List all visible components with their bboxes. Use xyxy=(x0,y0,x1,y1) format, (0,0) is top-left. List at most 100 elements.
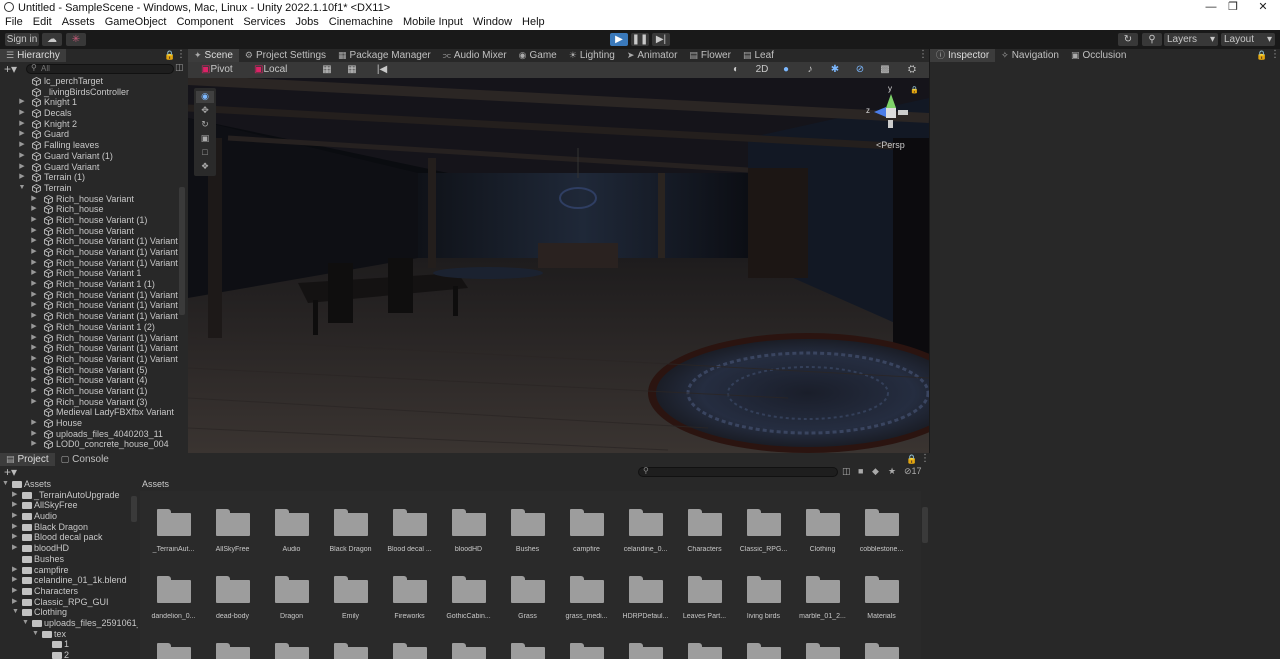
asset-grid-scrollbar[interactable] xyxy=(922,507,928,543)
expand-arrow-icon[interactable]: ▶ xyxy=(30,215,38,226)
lighting-toggle-icon[interactable]: ● xyxy=(776,63,796,76)
asset-folder[interactable]: HDRPDefaul... xyxy=(616,576,675,620)
close-icon[interactable]: ✕ xyxy=(1240,0,1280,15)
tab-flower[interactable]: ▤ Flower xyxy=(683,49,737,62)
rotate-tool-icon[interactable]: ↻ xyxy=(196,119,214,131)
hierarchy-item[interactable]: ▶ Rich_house Variant xyxy=(0,194,178,205)
tab-game[interactable]: ◉ Game xyxy=(513,49,563,62)
tab-inspector[interactable]: ⓘ Inspector xyxy=(930,49,996,62)
asset-folder[interactable] xyxy=(734,643,793,659)
expand-arrow-icon[interactable]: ▶ xyxy=(12,490,17,501)
asset-folder[interactable]: living birds xyxy=(734,576,793,620)
asset-folder[interactable]: marble_01_2... xyxy=(793,576,852,620)
asset-folder[interactable] xyxy=(380,643,439,659)
menu-item-component[interactable]: Component xyxy=(171,15,238,30)
hierarchy-search-input[interactable]: ⚲ All xyxy=(26,63,174,74)
expand-arrow-icon[interactable]: ▶ xyxy=(12,597,17,608)
collab-icon[interactable]: ✳ xyxy=(66,33,86,46)
menu-item-cinemachine[interactable]: Cinemachine xyxy=(324,15,398,30)
asset-folder[interactable]: celandine_0... xyxy=(616,509,675,553)
hierarchy-item[interactable]: Medieval LadyFBXfbx Variant xyxy=(0,407,178,418)
layers-dropdown[interactable]: Layers ▾ xyxy=(1164,33,1218,46)
asset-folder[interactable] xyxy=(616,643,675,659)
folder-tree-item[interactable]: 2 xyxy=(0,650,138,659)
expand-arrow-icon[interactable]: ▶ xyxy=(30,258,38,269)
hierarchy-item[interactable]: ▶ Rich_house Variant (1) Variant ( xyxy=(0,290,178,301)
toggle-2d-button[interactable]: 2D xyxy=(752,63,772,76)
gizmos-icon[interactable]: ⛭ xyxy=(900,63,924,76)
rect-tool-icon[interactable]: □ xyxy=(196,147,214,159)
expand-arrow-icon[interactable]: ▶ xyxy=(30,333,38,344)
asset-folder[interactable] xyxy=(439,643,498,659)
collapse-arrow-icon[interactable]: ▼ xyxy=(12,607,19,618)
folder-tree-item[interactable]: 1 xyxy=(0,639,138,650)
expand-arrow-icon[interactable]: ▶ xyxy=(30,354,38,365)
menu-item-edit[interactable]: Edit xyxy=(28,15,57,30)
folder-tree-item[interactable]: ▼ uploads_files_2591061_ xyxy=(0,618,138,629)
hierarchy-item[interactable]: ▶ Rich_house Variant xyxy=(0,226,178,237)
tab-leaf[interactable]: ▤ Leaf xyxy=(737,49,780,62)
asset-folder[interactable] xyxy=(321,643,380,659)
hierarchy-item[interactable]: ▶ Rich_house Variant (1) Variant ( xyxy=(0,354,178,365)
hierarchy-item[interactable]: ▶ Rich_house Variant (1) xyxy=(0,386,178,397)
add-icon[interactable]: +▾ xyxy=(4,62,17,76)
more-options-icon[interactable]: ⋮ xyxy=(918,49,928,60)
history-icon[interactable]: ↻ xyxy=(1118,33,1138,46)
hidden-packages-icon[interactable]: ⊘17 xyxy=(904,466,922,477)
hierarchy-item[interactable]: ▶ Rich_house Variant 1 (1) xyxy=(0,279,178,290)
folder-tree-item[interactable]: ▶ Characters xyxy=(0,586,138,597)
expand-arrow-icon[interactable]: ▶ xyxy=(30,268,38,279)
expand-arrow-icon[interactable]: ▶ xyxy=(30,247,38,258)
folder-tree-item[interactable]: Bushes xyxy=(0,554,138,565)
asset-folder[interactable]: Fireworks xyxy=(380,576,439,620)
asset-folder[interactable] xyxy=(675,643,734,659)
expand-arrow-icon[interactable]: ▶ xyxy=(30,397,38,408)
hierarchy-item[interactable]: ▶ Rich_house Variant 1 xyxy=(0,268,178,279)
expand-arrow-icon[interactable]: ▶ xyxy=(12,500,17,511)
grid-visibility-icon[interactable]: ▦ xyxy=(342,63,362,76)
expand-arrow-icon[interactable]: ▶ xyxy=(18,151,26,162)
tab-occlusion[interactable]: ▣ Occlusion xyxy=(1065,49,1132,62)
lock-icon[interactable]: 🔒 xyxy=(906,454,917,465)
move-tool-icon[interactable]: ✥ xyxy=(196,105,214,117)
layout-dropdown[interactable]: Layout ▾ xyxy=(1221,33,1275,46)
folder-tree-item[interactable]: ▶ AllSkyFree xyxy=(0,500,138,511)
expand-arrow-icon[interactable]: ▶ xyxy=(18,140,26,151)
hierarchy-item[interactable]: ▶ Rich_house Variant (1) Variant ( xyxy=(0,333,178,344)
search-icon[interactable]: ⚲ xyxy=(1142,33,1162,46)
tab-navigation[interactable]: ✧ Navigation xyxy=(995,49,1065,62)
hierarchy-item[interactable]: ▶ Rich_house Variant (1) Variant xyxy=(0,236,178,247)
menu-item-file[interactable]: File xyxy=(0,15,28,30)
hierarchy-item[interactable]: _livingBirdsController xyxy=(0,87,178,98)
hierarchy-item[interactable]: ▶ Rich_house Variant (1) Variant ( xyxy=(0,258,178,269)
hierarchy-item[interactable]: ▶ Guard Variant (1) xyxy=(0,151,178,162)
audio-toggle-icon[interactable]: ♪ xyxy=(800,63,820,76)
lock-icon[interactable]: 🔒 xyxy=(164,50,175,61)
asset-folder[interactable]: campfire xyxy=(557,509,616,553)
folder-tree-item[interactable]: ▶ Blood decal pack xyxy=(0,532,138,543)
more-options-icon[interactable]: ⋮ xyxy=(920,453,930,464)
search-by-type-icon[interactable]: ◫ xyxy=(842,466,851,477)
menu-item-assets[interactable]: Assets xyxy=(57,15,100,30)
folder-tree-item[interactable]: ▶ Audio xyxy=(0,511,138,522)
asset-folder[interactable]: dead-body xyxy=(203,576,262,620)
expand-arrow-icon[interactable]: ▶ xyxy=(18,108,26,119)
hierarchy-item[interactable]: ▶ Rich_house Variant 1 (2) xyxy=(0,322,178,333)
expand-arrow-icon[interactable]: ▶ xyxy=(30,194,38,205)
hierarchy-item[interactable]: ▶ Rich_house Variant (1) Variant ( xyxy=(0,300,178,311)
expand-arrow-icon[interactable]: ▶ xyxy=(30,322,38,333)
hierarchy-item[interactable]: ▶ Rich_house Variant (3) xyxy=(0,397,178,408)
expand-arrow-icon[interactable]: ▶ xyxy=(12,511,17,522)
expand-arrow-icon[interactable]: ▶ xyxy=(12,543,17,554)
asset-folder[interactable]: Classic_RPG... xyxy=(734,509,793,553)
orientation-gizmo[interactable]: y z 🔒 <Persp xyxy=(860,84,920,152)
grid-snap-icon[interactable]: ▦ xyxy=(316,63,338,76)
hierarchy-item[interactable]: ▶ Knight 2 xyxy=(0,119,178,130)
menu-item-help[interactable]: Help xyxy=(517,15,550,30)
step-button[interactable]: ▶| xyxy=(652,33,670,46)
tab-console[interactable]: ▢ Console xyxy=(55,453,115,466)
hierarchy-item[interactable]: ▶ Terrain (1) xyxy=(0,172,178,183)
asset-folder[interactable]: bloodHD xyxy=(439,509,498,553)
expand-arrow-icon[interactable]: ▶ xyxy=(30,375,38,386)
hierarchy-item[interactable]: ▶ Decals xyxy=(0,108,178,119)
